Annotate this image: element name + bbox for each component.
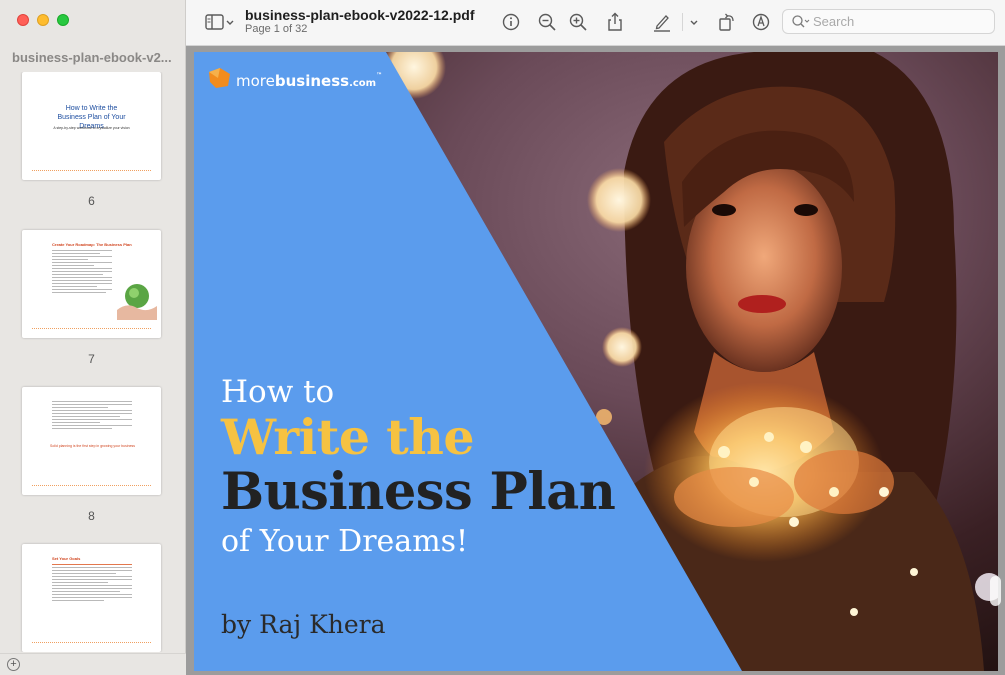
- document-canvas[interactable]: morebusiness.com™ How to Write the Busin…: [186, 46, 1005, 675]
- thumbnail-text-lines: [52, 564, 132, 603]
- thumbnail-item[interactable]: Create Your Roadmap: The Business Plan 7: [22, 230, 162, 366]
- search-icon[interactable]: [791, 14, 811, 30]
- thumbnail-item[interactable]: How to Write the Business Plan of Your D…: [22, 72, 162, 208]
- info-icon[interactable]: [500, 11, 522, 33]
- thumbnail-text-lines: [52, 250, 112, 295]
- chevron-down-icon[interactable]: [688, 11, 700, 33]
- thumbnail-subtitle: A step-by-step workbook to crystallize y…: [53, 126, 130, 130]
- cover-title-line2: Write the: [221, 408, 475, 466]
- thumbnail-highlight: Solid planning is the first step in grow…: [50, 444, 136, 448]
- markup-icon[interactable]: [750, 11, 772, 33]
- add-icon[interactable]: +: [7, 658, 20, 671]
- close-window-button[interactable]: [17, 14, 29, 26]
- page-indicator: Page 1 of 32: [245, 23, 308, 35]
- page-thumbnail[interactable]: How to Write the Business Plan of Your D…: [22, 72, 161, 180]
- thumbnail-page-number: 7: [88, 352, 95, 366]
- thumbnail-sidebar: business-plan-ebook-v2... How to Write t…: [0, 0, 186, 675]
- thumbnail-footer: [32, 642, 151, 644]
- cover-title-line1: How to: [221, 374, 335, 410]
- window-controls: [17, 14, 69, 26]
- zoom-out-icon[interactable]: [536, 11, 558, 33]
- thumbnail-heading: Set Your Goals: [52, 556, 81, 561]
- thumbnail-footer: [32, 328, 151, 330]
- document-title: business-plan-ebook-v2022-12.pdf: [245, 7, 475, 23]
- thumbnail-page-number: 6: [88, 194, 95, 208]
- page-thumbnail[interactable]: Create Your Roadmap: The Business Plan: [22, 230, 161, 338]
- thumbnail-footer: [32, 485, 151, 487]
- cover-title-line3: Business Plan: [221, 462, 616, 522]
- sidebar-footer: +: [0, 653, 186, 675]
- fullscreen-window-button[interactable]: [57, 14, 69, 26]
- zoom-in-icon[interactable]: [567, 11, 589, 33]
- thumbnail-heading: Create Your Roadmap: The Business Plan: [52, 242, 132, 247]
- page-thumbnail[interactable]: Solid planning is the first step in grow…: [22, 387, 161, 495]
- thumbnail-list[interactable]: How to Write the Business Plan of Your D…: [0, 72, 186, 652]
- cover-title-block: How to Write the Business Plan of Your D…: [221, 52, 721, 671]
- thumbnail-footer: [32, 170, 151, 172]
- search-input[interactable]: [813, 14, 983, 29]
- thumbnail-text-lines: [52, 401, 132, 431]
- cover-title-line4: of Your Dreams!: [221, 524, 469, 559]
- page-thumbnail[interactable]: Set Your Goals: [22, 544, 161, 652]
- rotate-icon[interactable]: [716, 11, 738, 33]
- preview-window: business-plan-ebook-v2... How to Write t…: [0, 0, 1005, 675]
- vertical-scrollbar[interactable]: [990, 576, 1001, 606]
- cover-author: by Raj Khera: [221, 610, 386, 639]
- toolbar: business-plan-ebook-v2022-12.pdf Page 1 …: [186, 0, 1005, 46]
- thumbnail-item[interactable]: Set Your Goals: [22, 544, 162, 652]
- highlight-pen-icon[interactable]: [651, 11, 673, 33]
- chevron-down-icon[interactable]: [224, 11, 236, 33]
- share-icon[interactable]: [604, 11, 626, 33]
- sidebar-document-title: business-plan-ebook-v2...: [12, 50, 172, 65]
- minimize-window-button[interactable]: [37, 14, 49, 26]
- thumbnail-item[interactable]: Solid planning is the first step in grow…: [22, 387, 162, 523]
- pdf-page-cover: morebusiness.com™ How to Write the Busin…: [194, 52, 998, 671]
- toolbar-separator: [682, 13, 683, 31]
- sidebar-toggle-icon[interactable]: [204, 11, 226, 33]
- hand-globe-image: [117, 284, 157, 320]
- search-box[interactable]: [782, 9, 995, 34]
- thumbnail-page-number: 8: [88, 509, 95, 523]
